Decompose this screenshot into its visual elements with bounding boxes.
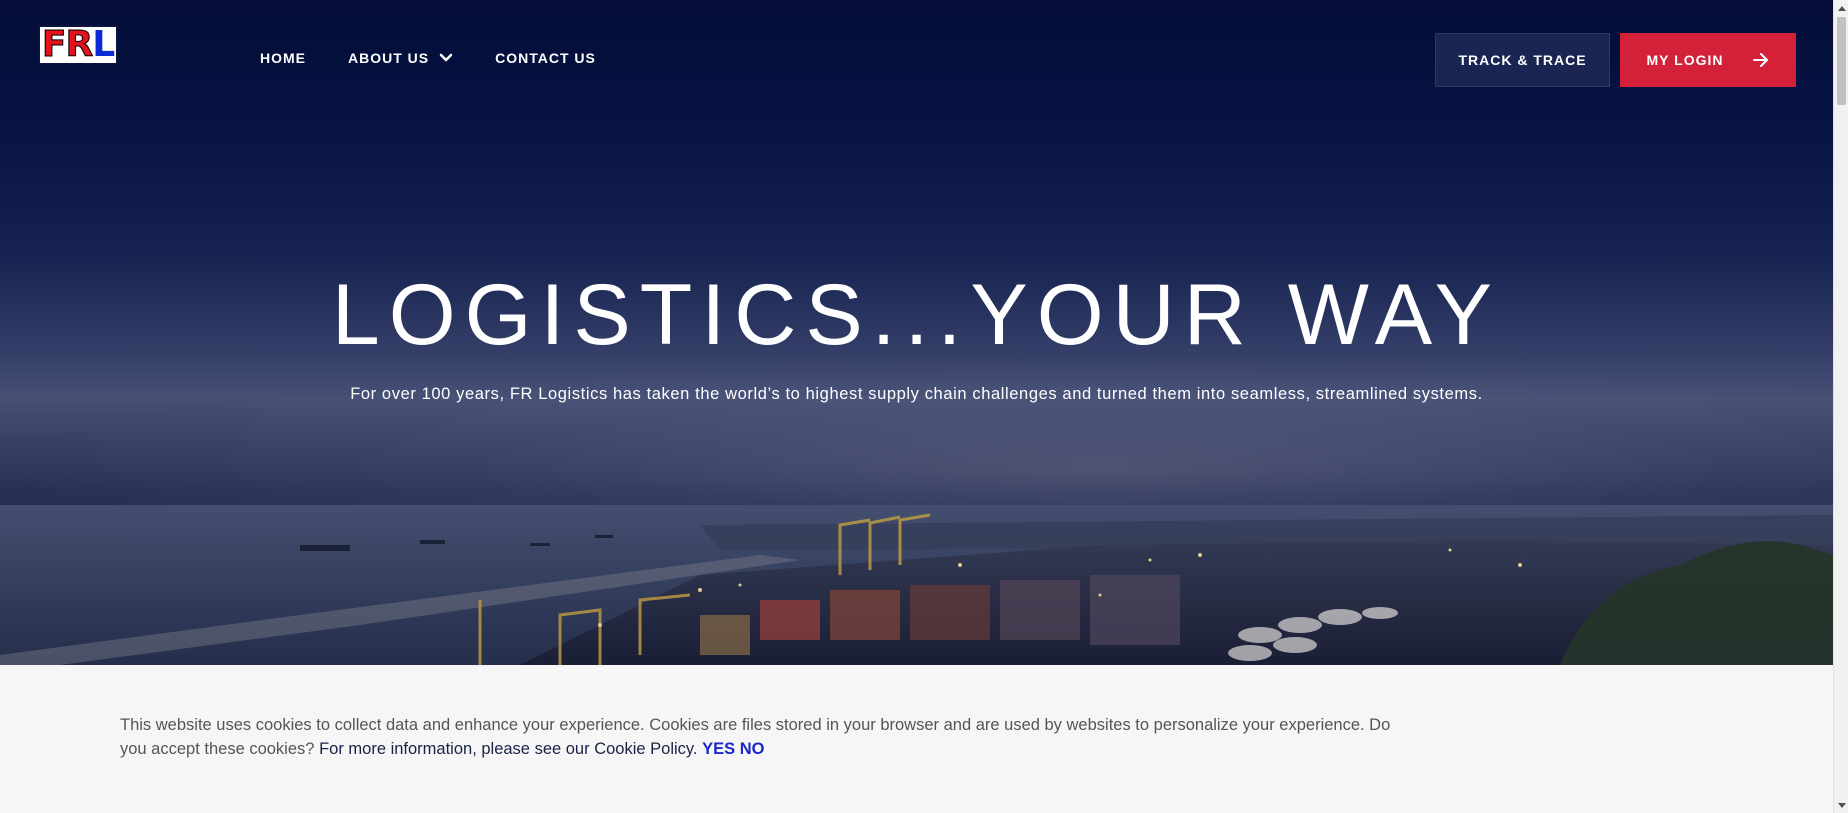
chevron-down-icon [439,53,453,62]
track-trace-label: TRACK & TRACE [1458,52,1587,68]
scroll-up-icon[interactable] [1834,0,1848,15]
frl-logo[interactable]: F R L [38,25,118,65]
nav-item-contact-us[interactable]: CONTACT US [495,50,596,66]
logo-letter-r: R [65,24,94,65]
scrollbar-thumb[interactable] [1837,17,1846,105]
hero-section: F R L HOME ABOUT US CONTACT US TRACK & T… [0,0,1833,665]
scroll-down-icon[interactable] [1834,798,1848,813]
logo-letter-f: F [41,24,67,65]
page-scrollbar[interactable] [1833,0,1848,813]
nav-item-label: CONTACT US [495,50,596,66]
my-login-button[interactable]: MY LOGIN [1620,33,1796,87]
hero-subtitle: For over 100 years, FR Logistics has tak… [350,385,1483,403]
nav-item-label: ABOUT US [348,50,430,66]
page: F R L HOME ABOUT US CONTACT US TRACK & T… [0,0,1833,813]
nav-item-label: HOME [260,50,306,66]
nav-item-home[interactable]: HOME [260,50,306,66]
logo-letter-l: L [92,24,115,65]
cookie-policy-link[interactable]: For more information, please see our Coo… [319,740,697,758]
my-login-label: MY LOGIN [1646,52,1724,68]
cookie-no-button[interactable]: NO [740,740,765,758]
main-nav: HOME ABOUT US CONTACT US [260,50,596,66]
cookie-message: This website uses cookies to collect dat… [120,713,1410,761]
arrow-right-icon [1753,53,1769,67]
nav-item-about-us[interactable]: ABOUT US [348,50,453,66]
cookie-yes-button[interactable]: YES [702,740,735,758]
cookie-banner: This website uses cookies to collect dat… [0,665,1833,813]
hero-title: LOGISTICS...YOUR WAY [331,267,1502,363]
track-trace-button[interactable]: TRACK & TRACE [1435,33,1610,87]
